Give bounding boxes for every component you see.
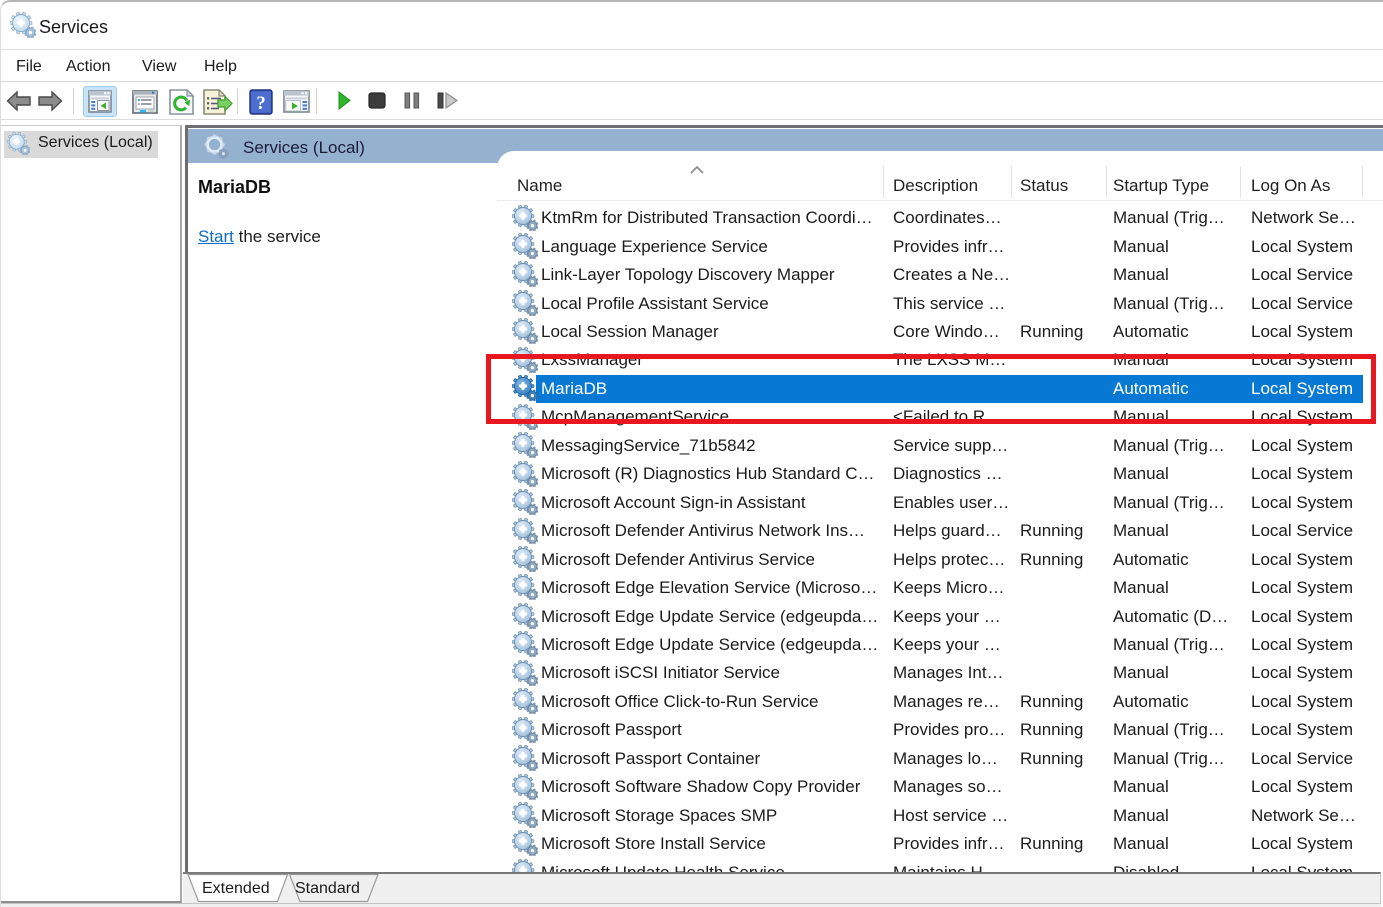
svg-text:?: ? bbox=[256, 93, 266, 114]
